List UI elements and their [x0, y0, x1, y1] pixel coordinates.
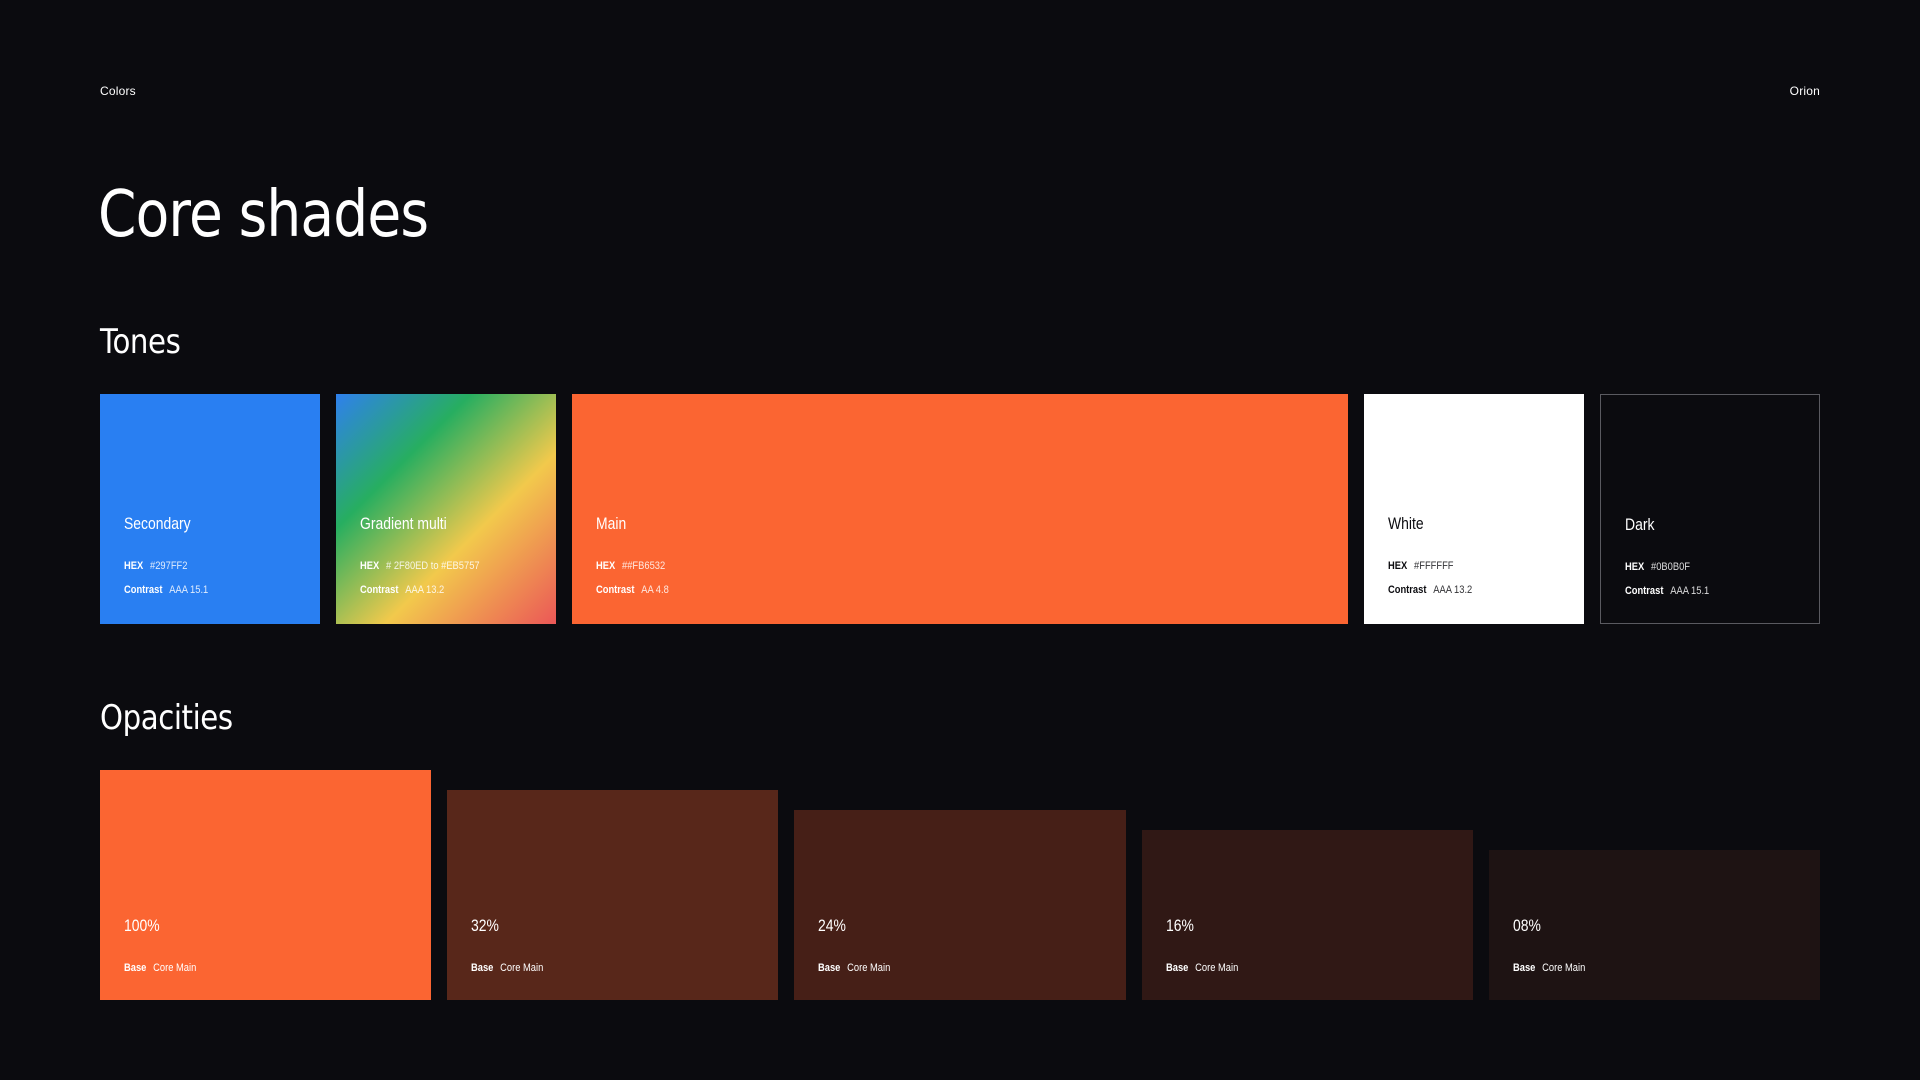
tone-name: White: [1388, 514, 1424, 533]
opacity-percent: 16%: [1165, 916, 1194, 935]
opacity-card-08[interactable]: 08% Base Core Main: [1488, 850, 1821, 1000]
section-label: Colors: [100, 84, 136, 98]
tone-card-dark[interactable]: Dark HEX #0B0B0F Contrast AAA 15.1: [1600, 394, 1820, 624]
opacity-card-16[interactable]: 16% Base Core Main: [1141, 830, 1473, 1000]
opacity-base: Base Core Main: [471, 962, 544, 974]
tone-contrast: Contrast AAA 15.1: [124, 584, 209, 596]
tones-row: Secondary HEX #297FF2 Contrast AAA 15.1 Gr…: [100, 394, 1820, 624]
opacity-card-32[interactable]: 32% Base Core Main: [447, 790, 779, 1000]
tone-hex: HEX #FFFFFF: [1388, 560, 1454, 572]
tone-card-secondary[interactable]: Secondary HEX #297FF2 Contrast AAA 15.1: [100, 394, 320, 624]
tones-heading: Tones: [100, 322, 181, 362]
tone-name: Main: [596, 514, 627, 533]
tone-hex: HEX #0B0B0F: [1625, 561, 1691, 573]
opacity-base: Base Core Main: [124, 962, 197, 974]
opacity-percent: 24%: [818, 916, 847, 935]
opacity-percent: 08%: [1512, 916, 1541, 935]
tone-card-main[interactable]: Main HEX ##FB6532 Contrast AA 4.8: [572, 394, 1348, 624]
opacity-base: Base Core Main: [1512, 962, 1586, 974]
page-title: Core shades: [98, 178, 429, 252]
tone-contrast: Contrast AA 4.8: [596, 584, 669, 596]
brand-label: Orion: [1789, 84, 1820, 98]
tone-name: Dark: [1625, 515, 1655, 534]
opacities-heading: Opacities: [100, 698, 233, 738]
tone-card-white[interactable]: White HEX #FFFFFF Contrast AAA 13.2: [1364, 394, 1584, 624]
opacity-base: Base Core Main: [1165, 962, 1238, 974]
opacity-percent: 100%: [124, 916, 160, 935]
opacity-card-24[interactable]: 24% Base Core Main: [794, 810, 1126, 1000]
opacity-base: Base Core Main: [818, 962, 891, 974]
opacities-row: 100% Base Core Main 32% Base Core Main 24%…: [100, 770, 1821, 1000]
tone-contrast: Contrast AAA 15.1: [1625, 585, 1710, 597]
tone-name: Gradient multi: [360, 514, 447, 533]
tone-hex: HEX # 2F80ED to #EB5757: [360, 560, 480, 572]
tone-card-gradient[interactable]: Gradient multi HEX # 2F80ED to #EB5757 Co…: [336, 394, 556, 624]
tone-contrast: Contrast AAA 13.2: [1388, 584, 1473, 596]
opacity-percent: 32%: [471, 916, 500, 935]
tone-hex: HEX ##FB6532: [596, 560, 666, 572]
tone-name: Secondary: [124, 514, 191, 533]
opacity-card-100[interactable]: 100% Base Core Main: [100, 770, 432, 1000]
tone-hex: HEX #297FF2: [124, 560, 188, 572]
tone-contrast: Contrast AAA 13.2: [360, 584, 445, 596]
